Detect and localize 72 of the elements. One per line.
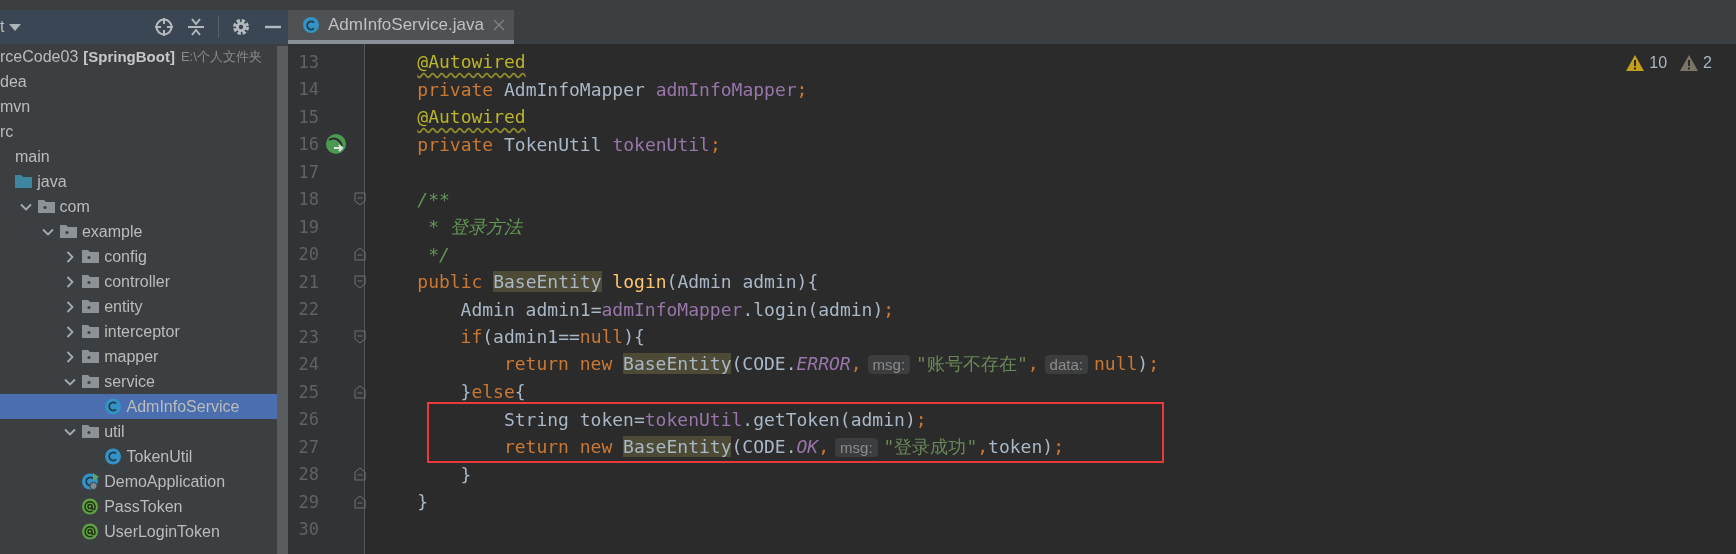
class-icon [103, 397, 123, 416]
class-icon [302, 16, 320, 34]
fold-icon[interactable] [354, 467, 366, 482]
warning-count[interactable]: 10 [1649, 54, 1668, 72]
package-folder-icon [81, 322, 101, 341]
project-name: rceCode03 [0, 47, 79, 66]
tree-item[interactable]: util [0, 419, 277, 444]
fold-icon[interactable] [354, 247, 366, 262]
code-line: } [416, 491, 429, 513]
code-line: } [459, 463, 472, 485]
fold-icon[interactable] [354, 384, 366, 399]
fold-icon[interactable] [354, 274, 366, 289]
package-folder-icon [81, 372, 101, 391]
code-line: /** [416, 188, 450, 210]
dropdown-caret-icon[interactable] [8, 22, 23, 32]
code-line: * 登录方法 [427, 214, 522, 239]
tree-item[interactable]: dea [0, 69, 277, 94]
package-folder-icon [36, 197, 56, 216]
tree-item[interactable]: rc [0, 119, 277, 144]
tree-item[interactable]: com [0, 194, 277, 219]
tree-item[interactable]: java [0, 169, 277, 194]
tree-item[interactable]: TokenUtil [0, 444, 277, 469]
tree-item[interactable]: config [0, 244, 277, 269]
fold-icon[interactable] [354, 192, 366, 207]
code-line: Admin admin1=admInfoMapper.login(admin); [459, 298, 895, 320]
locate-icon[interactable] [154, 17, 174, 37]
fold-icon[interactable] [354, 329, 366, 344]
warning-icon[interactable] [1625, 54, 1646, 72]
code-line: @Autowired [416, 106, 526, 128]
settings-icon[interactable] [231, 17, 251, 37]
annotation-icon [81, 522, 101, 541]
scrollbar-thumb[interactable] [277, 46, 288, 554]
code-line: if(admin1==null){ [459, 326, 645, 348]
class-icon [103, 447, 123, 466]
tree-item[interactable]: service [0, 369, 277, 394]
warning-icon[interactable] [1679, 54, 1700, 72]
code-line: return new BaseEntity(CODE.OK, msg: "登录成功",token); [502, 434, 1064, 459]
tree-item[interactable]: PassToken [0, 494, 277, 519]
code-line: String token=tokenUtil.getToken(admin); [502, 408, 927, 430]
collapse-all-icon[interactable] [186, 17, 206, 37]
folder-icon [14, 172, 34, 191]
bean-icon[interactable] [325, 133, 347, 156]
package-folder-icon [81, 297, 101, 316]
code-line: */ [427, 243, 450, 265]
tree-item[interactable]: main [0, 144, 277, 169]
package-folder-icon [81, 247, 101, 266]
tree-item[interactable]: controller [0, 269, 277, 294]
fold-icon[interactable] [354, 494, 366, 509]
module-label: [SpringBoot] [83, 48, 175, 65]
code-line: return new BaseEntity(CODE.ERROR, msg: "账号不存在", data: null); [502, 352, 1159, 377]
panel-title[interactable]: t [0, 18, 5, 36]
code-line: private AdmInfoMapper admInfoMapper; [416, 78, 808, 100]
tree-item[interactable]: UserLoginToken [0, 519, 277, 544]
tree-item[interactable]: interceptor [0, 319, 277, 344]
warning-count[interactable]: 2 [1703, 54, 1712, 72]
tree-item[interactable]: mapper [0, 344, 277, 369]
code-line: @Autowired [416, 51, 526, 73]
tree-item[interactable]: mvn [0, 94, 277, 119]
editor-tab[interactable]: AdmInfoService.java [288, 10, 514, 44]
tree-item[interactable]: entity [0, 294, 277, 319]
package-folder-icon [81, 422, 101, 441]
project-path: E:\个人文件夹 [180, 47, 262, 66]
application-icon [81, 472, 101, 491]
tree-item[interactable]: DemoApplication [0, 469, 277, 494]
package-folder-icon [81, 272, 101, 291]
annotation-icon [81, 497, 101, 516]
code-line: public BaseEntity login(Admin admin){ [416, 271, 819, 293]
code-line: private TokenUtil tokenUtil; [416, 133, 721, 155]
tree-item[interactable]: example [0, 219, 277, 244]
package-folder-icon [81, 347, 101, 366]
package-folder-icon [58, 222, 78, 241]
code-line: }else{ [459, 381, 526, 403]
